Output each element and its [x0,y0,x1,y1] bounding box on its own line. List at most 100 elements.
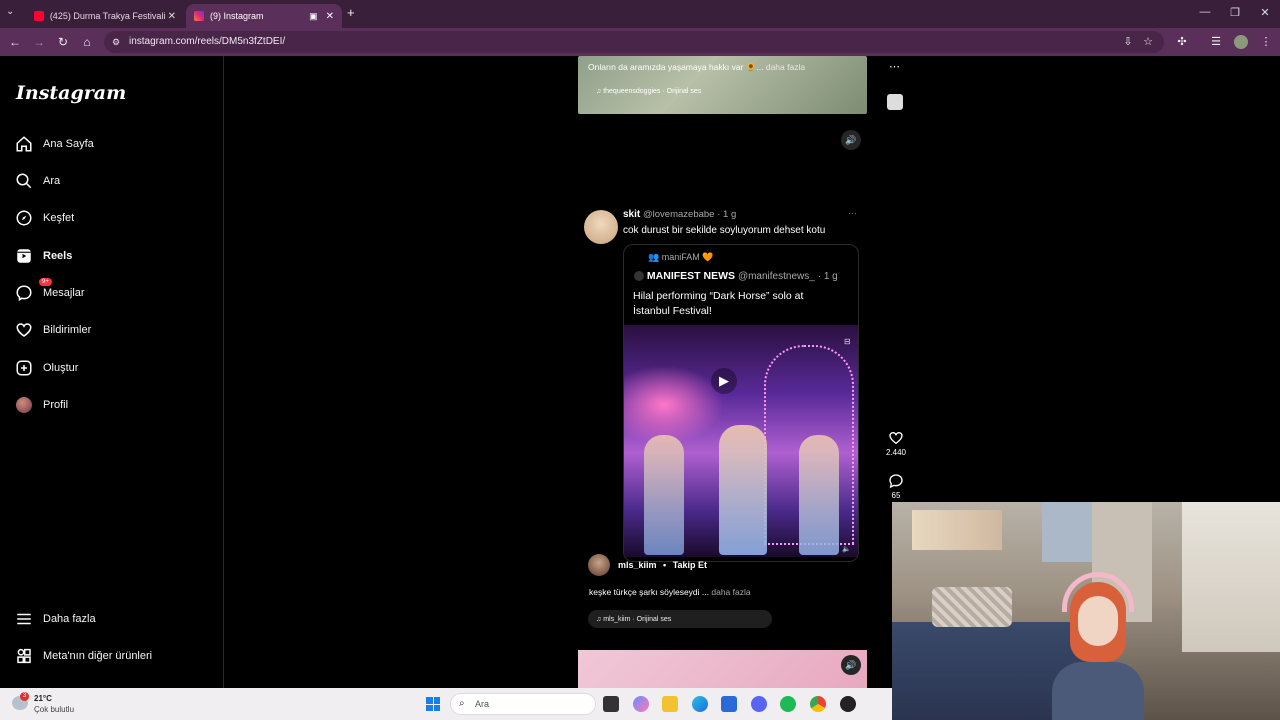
caption-text: keşke türkçe şarkı söyleseydi ... [589,587,709,597]
task-view-icon[interactable] [603,696,619,712]
more-link[interactable]: daha fazla [766,62,805,72]
taskbar-search[interactable]: ⌕ Ara [450,693,596,715]
reading-list-icon[interactable]: ☰ [1208,34,1224,50]
messenger-icon [14,283,34,303]
windows-start-icon[interactable] [426,697,440,711]
copilot-icon[interactable] [633,696,649,712]
store-icon[interactable] [721,696,737,712]
music-note-icon: ♫ [596,615,604,623]
people-icon: 👥 [648,252,662,262]
more-link[interactable]: daha fazla [711,587,750,597]
nav-label: Ana Sayfa [43,138,94,150]
concert-video[interactable]: ▶ ⊟ 🔈 [624,325,858,557]
new-tab-button[interactable]: + [347,5,355,20]
browser-menu-icon[interactable]: ⋮ [1258,34,1274,50]
quoted-avatar [634,271,644,282]
back-icon[interactable]: ← [6,34,24,50]
more-options-icon[interactable]: ⋯ [889,60,900,73]
obs-icon[interactable] [840,696,856,712]
reel-author-avatar[interactable] [588,554,610,576]
site-info-icon[interactable]: ⚙ [112,31,120,53]
like-button[interactable]: 2.440 [885,430,907,457]
nav-more[interactable]: Daha fazla [14,607,96,631]
nav-profile[interactable]: Profil [14,393,68,417]
nav-notifications[interactable]: Bildirimler [14,318,91,342]
nav-create[interactable]: Oluştur [14,356,78,380]
install-app-icon[interactable]: ⇩ [1120,34,1136,50]
profile-avatar[interactable] [1234,35,1248,49]
tab-search-icon[interactable]: ⌄ [6,6,14,17]
community-label: 👥 maniFAM 🧡 [648,252,713,263]
separator-dot: • [663,560,667,570]
mute-toggle-icon[interactable]: 🔊 [841,130,861,150]
home-icon [14,134,34,154]
current-reel-video[interactable]: skit @lovemazebabe · 1 g ⋯ cok durust bi… [578,196,867,562]
nav-meta-products[interactable]: Meta'nın diğer ürünleri [14,644,152,668]
extensions-icon[interactable]: ✣ [1174,34,1190,50]
tab-instagram[interactable]: (9) Instagram ▣ ✕ [186,4,342,28]
spotify-icon[interactable] [780,696,796,712]
stage-light [624,365,724,445]
compass-icon [14,208,34,228]
nav-reels[interactable]: Reels [14,244,72,268]
reel-author: mls_kiim • Takip Et [618,560,707,570]
bookmark-star-icon[interactable]: ☆ [1140,34,1156,50]
play-icon[interactable]: ▶ [711,368,737,394]
nav-label: Mesajlar [43,287,85,299]
nav-label: Reels [43,250,73,262]
previous-reel-audio[interactable]: ♫ thequeensdoggies · Orijinal ses [596,88,701,95]
nav-home[interactable]: Ana Sayfa [14,132,94,156]
caption-text: Onların da aramızda yaşamaya hakkı var 🌻… [588,62,764,72]
tab-youtube[interactable]: (425) Durma Trakya Festivali #m ✕ [26,4,184,28]
comment-button[interactable]: 65 [885,473,907,500]
instagram-logo[interactable]: Instagram [16,82,126,104]
previous-reel-video[interactable]: Onların da aramızda yaşamaya hakkı var 🌻… [578,56,867,114]
close-icon[interactable]: ✕ [168,11,176,22]
tab-title: (9) Instagram [210,11,264,21]
instagram-sidebar: Instagram Ana Sayfa Ara Keşfet Reels 9+ … [0,56,224,688]
search-placeholder: Ara [475,699,490,709]
performer-figure [644,435,684,555]
home-icon[interactable]: ⌂ [78,34,96,50]
forward-icon[interactable]: → [30,34,48,50]
window-close-icon[interactable]: ✕ [1250,6,1280,19]
tweet-handle: @lovemazebabe [643,209,715,220]
chrome-icon[interactable] [810,696,826,712]
quoted-tweet: 👥 maniFAM 🧡 MANIFEST NEWS @manifestnews_… [623,244,859,562]
follow-button[interactable]: Takip Et [673,560,707,570]
pip-icon[interactable]: ⊟ [844,337,851,346]
mute-toggle-icon[interactable]: 🔊 [841,655,861,675]
quoted-name: MANIFEST NEWS [646,270,736,282]
close-icon[interactable]: ✕ [326,11,334,22]
tweet-more-icon: ⋯ [848,208,857,218]
edge-icon[interactable] [692,696,708,712]
restore-icon[interactable]: ❐ [1220,6,1250,19]
nav-search[interactable]: Ara [14,169,60,193]
file-explorer-icon[interactable] [662,696,678,712]
nav-label: Keşfet [43,212,75,224]
nav-label: Oluştur [43,362,79,374]
next-reel-video[interactable]: 🔊 [578,650,867,688]
video-sound-icon[interactable]: 🔈 [842,545,851,553]
audio-thumbnail[interactable] [887,94,903,110]
previous-reel-caption: Onların da aramızda yaşamaya hakkı var 🌻… [588,62,805,73]
weather-condition[interactable]: Çok bulutlu [34,705,74,714]
reel-audio-chip[interactable]: ♫ mls_kiim · Orijinal ses [588,610,772,628]
nav-messages[interactable]: 9+ Mesajlar [14,278,85,305]
cast-icon[interactable]: ▣ [309,11,318,22]
reload-icon[interactable]: ↻ [54,34,72,50]
tab-title: (425) Durma Trakya Festivali #m [49,11,168,21]
avatar-icon [14,395,34,415]
tweet-header: skit @lovemazebabe · 1 g [623,209,736,220]
tweet-text: cok durust bir sekilde soyluyorum dehset… [623,225,826,236]
url-input[interactable]: ⚙ instagram.com/reels/DM5n3fZtDEI/ [104,31,1164,53]
grid-icon [14,646,34,666]
nav-explore[interactable]: Keşfet [14,206,74,230]
minimize-icon[interactable]: — [1190,6,1220,18]
temperature[interactable]: 21°C [34,694,52,703]
weather-badge: 3 [20,692,29,701]
discord-icon[interactable] [751,696,767,712]
menu-icon [14,609,34,629]
reel-username[interactable]: mls_kiim [618,560,657,570]
search-icon [14,171,34,191]
